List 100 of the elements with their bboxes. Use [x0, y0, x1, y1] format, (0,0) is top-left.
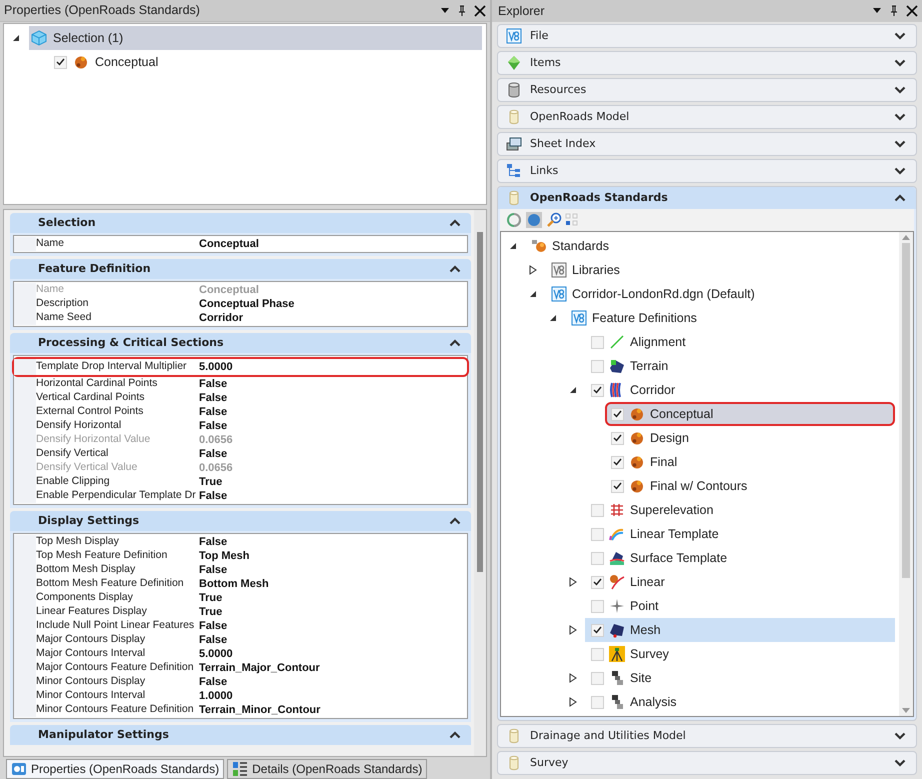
property-row[interactable]: Enable Perpendicular Template Dr False	[14, 489, 467, 503]
close-icon[interactable]	[474, 4, 486, 16]
section-header[interactable]: OpenRoads Model	[498, 106, 916, 128]
tree-item[interactable]: Mesh	[585, 618, 895, 642]
checkbox[interactable]	[611, 432, 624, 444]
section-header[interactable]: Sheet Index	[498, 133, 916, 155]
sphere-icon[interactable]	[525, 211, 543, 229]
tree-item[interactable]: Surface Template	[585, 546, 738, 570]
panel-tab[interactable]: Details (OpenRoads Standards)	[227, 759, 428, 779]
close-icon[interactable]	[906, 5, 918, 17]
checkbox[interactable]	[54, 56, 67, 68]
zoom-in-icon[interactable]	[546, 212, 562, 228]
property-row[interactable]: Top Mesh Feature Definition Top Mesh	[14, 549, 467, 563]
tree-item[interactable]: Terrain	[585, 354, 678, 378]
property-row[interactable]: Components Display True	[14, 591, 467, 605]
property-row[interactable]: Name Seed Corridor	[14, 311, 467, 325]
property-row[interactable]: Major Contours Interval 5.0000	[14, 647, 467, 661]
tree-item[interactable]: Conceptual	[54, 51, 166, 73]
tree-item[interactable]: Site	[585, 666, 662, 690]
section-header[interactable]: Processing & Critical Sections	[10, 333, 471, 353]
expand-chevron-icon[interactable]	[894, 32, 906, 40]
tree-item[interactable]: Design	[605, 426, 699, 450]
section-header[interactable]: Selection	[10, 213, 471, 233]
tree-item[interactable]: Point	[585, 594, 668, 618]
checkbox[interactable]	[591, 360, 604, 372]
tree-item[interactable]: Standards	[525, 234, 619, 258]
property-row[interactable]: External Control Points False	[14, 405, 467, 419]
section-header[interactable]: File	[498, 25, 916, 47]
collapse-arrow-icon[interactable]	[529, 290, 537, 298]
expand-arrow-icon[interactable]	[569, 577, 577, 587]
expand-chevron-icon[interactable]	[894, 113, 906, 121]
tree-item[interactable]: Alignment	[585, 330, 696, 354]
tree-item[interactable]: Corridor-LondonRd.dgn (Default)	[545, 282, 765, 306]
section-header[interactable]: Manipulator Settings	[10, 725, 471, 745]
section-header[interactable]: Drainage and Utilities Model	[498, 725, 916, 747]
expand-arrow-icon[interactable]	[569, 697, 577, 707]
checkbox[interactable]	[591, 576, 604, 588]
property-row[interactable]: Major Contours Feature Definition Terrain_Major_Contour	[14, 661, 467, 675]
tree-item[interactable]: Final w/ Contours	[605, 474, 758, 498]
pin-icon[interactable]	[458, 4, 466, 16]
section-header[interactable]: Items	[498, 52, 916, 74]
section-header[interactable]: Feature Definition	[10, 259, 471, 279]
tree-item[interactable]: Selection (1)	[29, 26, 482, 50]
section-header[interactable]: Survey	[498, 752, 916, 774]
collapse-chevron-icon[interactable]	[894, 194, 906, 202]
refresh-icon[interactable]	[506, 212, 522, 228]
tree-item[interactable]: Analysis	[585, 690, 687, 714]
checkbox[interactable]	[591, 528, 604, 540]
section-header[interactable]: OpenRoads Standards	[498, 187, 916, 209]
property-row[interactable]: Vertical Cardinal Points False	[14, 391, 467, 405]
dropdown-icon[interactable]	[440, 6, 450, 14]
property-row[interactable]: Bottom Mesh Display False	[14, 563, 467, 577]
collapse-arrow-icon[interactable]	[569, 386, 577, 394]
dropdown-icon[interactable]	[872, 7, 882, 15]
tree-item[interactable]: Final	[605, 450, 688, 474]
tree-item[interactable]: Linear	[585, 570, 675, 594]
checkbox[interactable]	[611, 480, 624, 492]
property-row[interactable]: Major Contours Display False	[14, 633, 467, 647]
expand-arrow-icon[interactable]	[569, 625, 577, 635]
panel-tab[interactable]: Properties (OpenRoads Standards)	[6, 759, 224, 779]
checkbox[interactable]	[591, 624, 604, 636]
property-row[interactable]: Densify Horizontal False	[14, 419, 467, 433]
section-header[interactable]: Links	[498, 160, 916, 182]
checkbox[interactable]	[591, 552, 604, 564]
expand-arrow-icon[interactable]	[529, 265, 537, 275]
scrollbar[interactable]	[474, 210, 486, 756]
expand-arrow-icon[interactable]	[569, 673, 577, 683]
expand-chevron-icon[interactable]	[894, 86, 906, 94]
tree-item[interactable]: Superelevation	[585, 498, 724, 522]
expand-chevron-icon[interactable]	[894, 732, 906, 740]
grid-icon[interactable]	[565, 213, 579, 227]
expand-chevron-icon[interactable]	[894, 167, 906, 175]
checkbox[interactable]	[591, 336, 604, 348]
property-row[interactable]: Include Null Point Linear Features False	[14, 619, 467, 633]
checkbox[interactable]	[591, 672, 604, 684]
property-row[interactable]: Template Drop Interval Multiplier 5.0000	[12, 357, 469, 377]
checkbox[interactable]	[591, 600, 604, 612]
checkbox[interactable]	[591, 696, 604, 708]
checkbox[interactable]	[611, 456, 624, 468]
pin-icon[interactable]	[890, 5, 898, 17]
collapse-arrow-icon[interactable]	[12, 34, 20, 42]
collapse-chevron-icon[interactable]	[449, 517, 461, 525]
property-row[interactable]: Horizontal Cardinal Points False	[14, 377, 467, 391]
collapse-chevron-icon[interactable]	[449, 731, 461, 739]
property-row[interactable]: Top Mesh Display False	[14, 535, 467, 549]
collapse-chevron-icon[interactable]	[449, 265, 461, 273]
tree-item[interactable]: Survey	[585, 642, 679, 666]
property-row[interactable]: Description Conceptual Phase	[14, 297, 467, 311]
property-row[interactable]: Linear Features Display True	[14, 605, 467, 619]
section-header[interactable]: Display Settings	[10, 511, 471, 531]
checkbox[interactable]	[591, 504, 604, 516]
expand-chevron-icon[interactable]	[894, 140, 906, 148]
checkbox[interactable]	[611, 408, 624, 420]
checkbox[interactable]	[591, 648, 604, 660]
collapse-arrow-icon[interactable]	[509, 242, 517, 250]
tree-item[interactable]: Linear Template	[585, 522, 729, 546]
checkbox[interactable]	[591, 384, 604, 396]
property-row[interactable]: Minor Contours Interval 1.0000	[14, 689, 467, 703]
tree-item[interactable]: Conceptual	[605, 402, 895, 426]
expand-chevron-icon[interactable]	[894, 759, 906, 767]
